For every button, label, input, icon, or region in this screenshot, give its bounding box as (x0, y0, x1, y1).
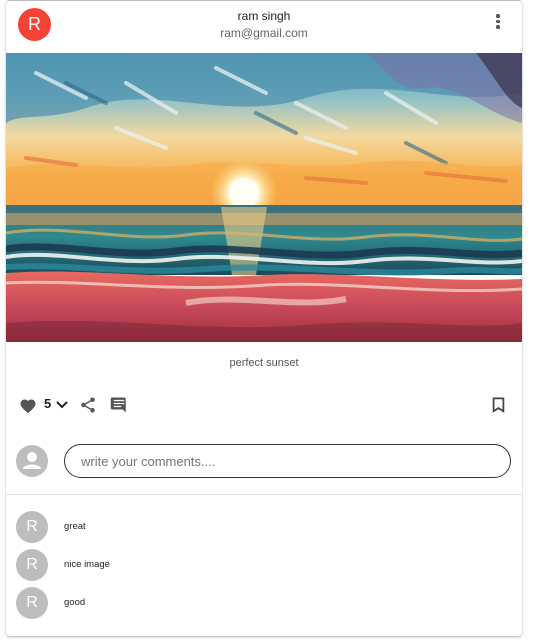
comment-item: R great (16, 511, 496, 543)
like-count: 5 (44, 396, 52, 411)
comment-avatar: R (16, 549, 48, 581)
current-user-avatar (16, 445, 48, 477)
comment-text: good (64, 597, 86, 608)
comment-text: nice image (64, 559, 110, 570)
comment-input[interactable] (64, 444, 511, 478)
more-options-icon[interactable] (488, 11, 508, 31)
post-image[interactable] (6, 53, 522, 342)
comment-text: great (64, 521, 86, 532)
post-actions: 5 (6, 393, 522, 417)
comment-avatar: R (16, 587, 48, 619)
post-card: R ram singh ram@gmail.com perfect sunset… (6, 0, 522, 636)
comment-item: R good (16, 587, 496, 619)
comment-item: R nice image (16, 549, 496, 581)
bookmark-icon[interactable] (489, 393, 507, 417)
post-header: R ram singh ram@gmail.com (6, 1, 522, 53)
user-name: ram singh (237, 9, 291, 23)
divider (6, 494, 522, 495)
share-icon[interactable] (78, 393, 98, 417)
chevron-down-icon[interactable] (55, 393, 69, 417)
person-icon (23, 452, 41, 469)
heart-icon[interactable] (18, 393, 38, 417)
comment-icon[interactable] (109, 393, 129, 417)
user-email: ram@gmail.com (220, 26, 308, 40)
comment-compose (6, 442, 522, 480)
post-caption: perfect sunset (229, 357, 299, 369)
comment-avatar: R (16, 511, 48, 543)
